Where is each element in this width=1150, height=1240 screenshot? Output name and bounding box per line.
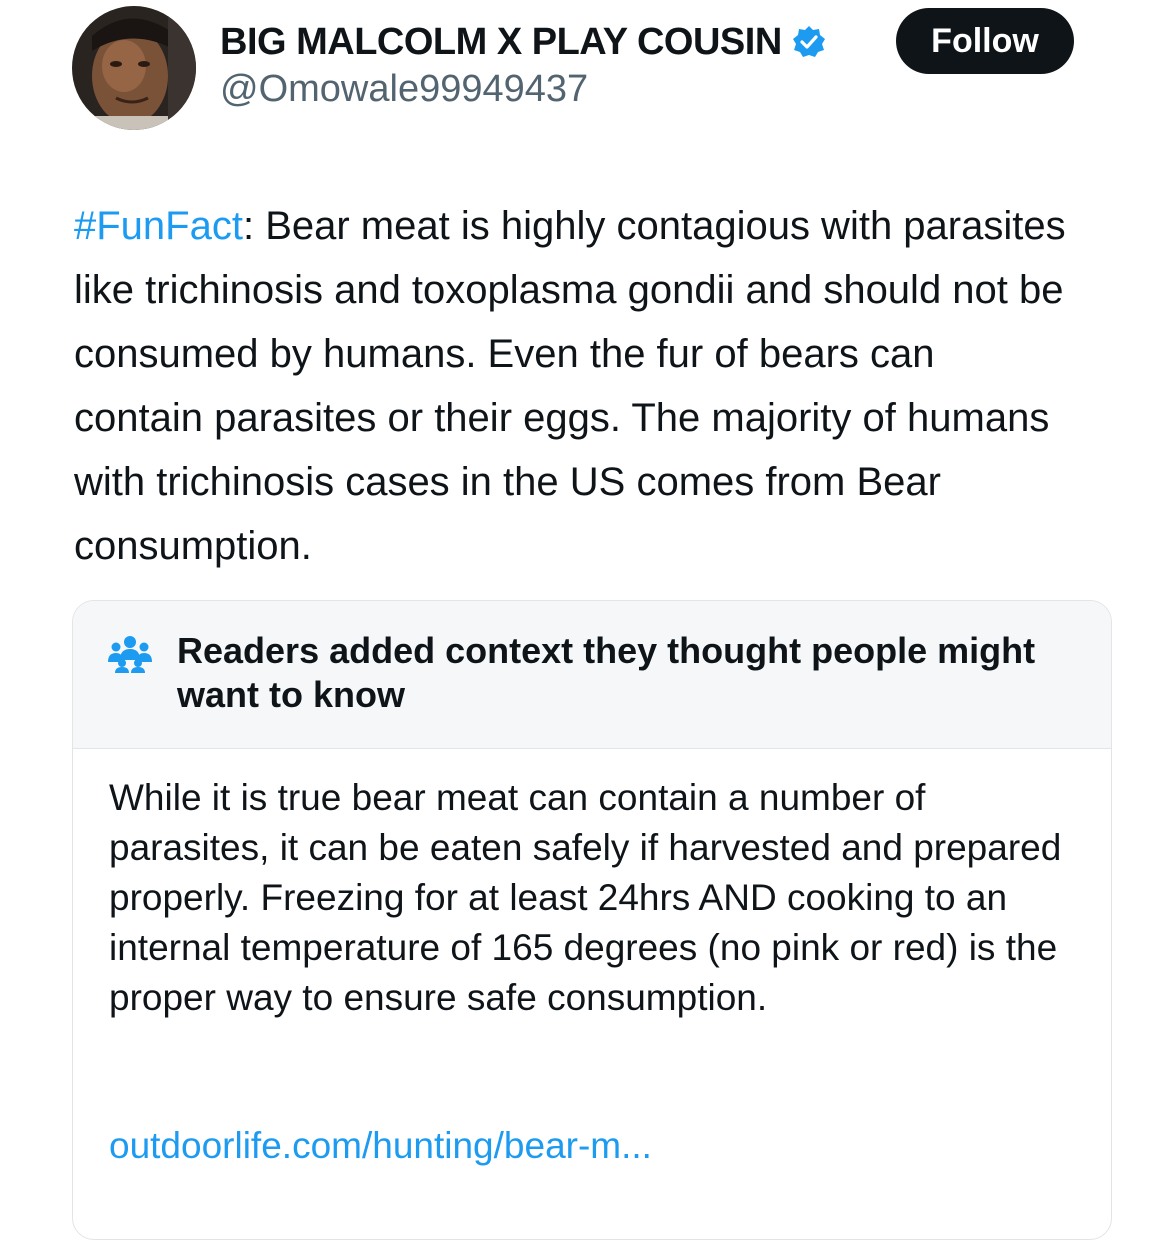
community-note-title: Readers added context they thought peopl… (177, 630, 1036, 715)
community-note-header: Readers added context they thought peopl… (73, 601, 1111, 749)
community-note-card: Readers added context they thought peopl… (72, 600, 1112, 1240)
avatar-image (72, 6, 196, 130)
follow-button[interactable]: Follow (896, 8, 1074, 74)
tweet-text: #FunFact: Bear meat is highly contagious… (74, 194, 1074, 578)
author-name-row[interactable]: BIG MALCOLM X PLAY COUSIN (220, 18, 826, 66)
people-icon (107, 633, 153, 673)
tweet-body: : Bear meat is highly contagious with pa… (74, 204, 1066, 568)
verified-badge-icon (792, 25, 826, 59)
avatar[interactable] (72, 6, 196, 130)
community-note-body: While it is true bear meat can contain a… (109, 777, 1062, 1018)
author-handle[interactable]: @Omowale99949437 (220, 68, 588, 111)
community-note-source-link[interactable]: outdoorlife.com/hunting/bear-m... (109, 1121, 652, 1171)
display-name[interactable]: BIG MALCOLM X PLAY COUSIN (220, 21, 782, 64)
hashtag-link[interactable]: #FunFact (74, 204, 243, 248)
